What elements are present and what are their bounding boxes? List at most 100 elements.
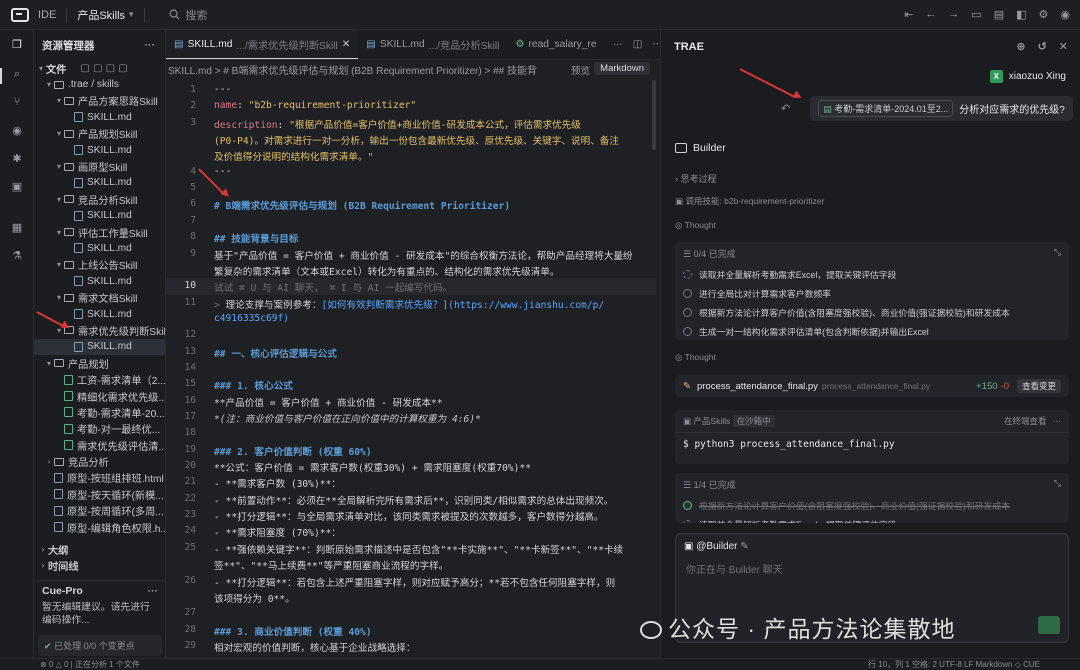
new-chat-icon[interactable]: ⊕ [1016,40,1025,53]
tree-file[interactable]: 需求优先级评估清... [34,437,165,453]
code-line[interactable]: **公式：客户价值 = 需求客户数(权重30%) + 需求阻塞度(权重70%)*… [214,460,531,474]
tab-skill-md-priority[interactable]: ▤ SKILL.md .../需求优先级判断Skill ✕ [166,30,359,59]
tab-read-salary[interactable]: ⚙ read_salary_re [507,30,604,59]
code-line[interactable]: --- [214,166,231,177]
project-name[interactable]: 产品Skills [77,7,125,23]
tree-folder[interactable]: ▾ .trae / skills [34,76,165,92]
scrollbar[interactable] [652,80,656,150]
source-control-icon[interactable]: ⑂ [10,95,24,109]
ide-label[interactable]: IDE [38,9,56,21]
code-line[interactable]: description: "根据产品价值=客户价值+商业价值-研发成本公式，评估… [214,117,581,131]
tree-folder[interactable]: ▾ 上线公告Skill [34,257,165,273]
language-mode-badge[interactable]: Markdown [594,62,650,75]
tree-file[interactable]: SKILL.md [34,208,165,224]
tree-file[interactable]: 原型-按班组排班.html [34,470,165,486]
explorer-icon[interactable]: ❐ [10,38,24,52]
back-icon[interactable]: ⇤ [904,8,913,21]
remote-icon[interactable]: ▣ [10,180,24,194]
status-left[interactable]: ⊗ 0 △ 0 | 正在分析 1 个文件 [40,659,140,670]
split-editor-icon[interactable]: ◫ [633,39,643,50]
code-line[interactable]: c4916335c69f) [214,313,289,324]
code-line[interactable]: ## 技能背景与目标 [214,231,298,245]
layout-side-icon[interactable]: ◧ [1016,8,1026,21]
collapse-icon[interactable]: ⤡ [1054,478,1061,489]
code-line[interactable]: - **需求客户数 (30%)**： [214,476,341,490]
code-line[interactable]: 该项得分为 0**。 [214,591,295,605]
preview-icon[interactable]: ◉ [10,124,24,138]
code-line[interactable]: > 理论支撑与案例参考：[如何有效判断需求优先级？](https://www.j… [214,297,604,311]
code-line[interactable]: - **前置动作**：必须在**全局解析完所有需求后**，识别同类/相似需求的总… [214,493,613,507]
account-icon[interactable]: ◉ [1060,8,1070,21]
tree-folder[interactable]: ▾ 产品规划Skill [34,126,165,142]
status-right[interactable]: 行 10，列 1 空格: 2 UTF-8 LF Markdown ◇ CUE [868,659,1040,670]
code-line[interactable]: 签**"、"**马上续费**"等严重阻塞商业流程的字样。 [214,558,448,572]
code-line[interactable]: 基于"产品价值 = 客户价值 + 商业价值 - 研发成本"的综合权衡方法论，帮助… [214,248,633,262]
tree-file[interactable]: 原型-按周循环(多周... [34,503,165,519]
tree-file[interactable]: 原型-按天循环(新模... [34,486,165,502]
view-changes-button[interactable]: 查看变更 [1016,379,1061,393]
tree-folder[interactable]: ▾ 竞品分析Skill [34,191,165,207]
code-line[interactable]: - **需求阻塞度 (70%)**： [214,525,341,539]
close-icon[interactable]: ✕ [1059,40,1068,53]
code-line[interactable]: ### 2. 客户价值判断 (权重 60%) [214,444,372,458]
code-line[interactable]: ### 1. 核心公式 [214,378,293,392]
preview-button[interactable]: 预览 [571,63,590,77]
more-icon[interactable]: ··· [148,585,159,597]
search-box[interactable]: 搜索 [169,7,208,23]
code-line[interactable]: (P0-P4)。对需求进行一对一分析，输出一份包含最新优先级、原优先级、关键字、… [214,133,619,147]
tree-file[interactable]: SKILL.md [34,142,165,158]
tree-file[interactable]: 工资-需求清单（2... [34,371,165,387]
extensions-icon[interactable]: ▦ [10,221,24,235]
debug-icon[interactable]: ✱ [10,152,24,166]
tree-file[interactable]: 考勤-对一最终优... [34,421,165,437]
tree-file[interactable]: SKILL.md [34,273,165,289]
attachment-chip[interactable]: ▤ 考勤-需求清单-2024.01至2... [818,100,954,117]
chevron-down-icon[interactable]: ▾ [129,9,134,20]
code-line[interactable]: --- [214,84,231,95]
testing-icon[interactable]: ⚗ [10,249,24,263]
code-line[interactable]: 相对宏观的价值判断，核心基于企业战略选择： [214,640,415,654]
more-icon[interactable]: ··· [613,39,623,50]
tree-file[interactable]: SKILL.md [34,109,165,125]
code-line[interactable]: # B端需求优先级评估与规划 (B2B Requirement Prioriti… [214,198,510,212]
tree-folder[interactable]: ▾ 产品规划 [34,355,165,371]
timeline-section[interactable]: › 时间线 [34,558,165,574]
files-section[interactable]: ▾ 文件 ▢▢▢▢ [34,60,165,76]
send-button[interactable] [1038,616,1060,634]
sandbox-badge[interactable]: 在沙箱中 [732,415,775,427]
layout-panel-icon[interactable]: ▭ [971,8,981,21]
settings-icon[interactable]: ⚙ [1039,8,1049,21]
code-line[interactable]: 及价值得分说明的结构化需求清单。" [214,149,373,163]
code-line[interactable]: name: "b2b-requirement-prioritizer" [214,100,416,111]
tree-file[interactable]: SKILL.md [34,338,165,356]
tree-file[interactable]: SKILL.md [34,175,165,191]
outline-section[interactable]: › 大纲 [34,541,165,557]
code-line[interactable]: ## 一、核心评估逻辑与公式 [214,346,337,360]
tree-folder[interactable]: ▾ 产品方案思路Skill [34,93,165,109]
code-line[interactable]: **产品价值 = 客户价值 + 商业价值 - 研发成本** [214,395,443,409]
history-icon[interactable]: ↺ [1038,40,1047,53]
arrow-left-icon[interactable]: ← [925,8,936,21]
code-line[interactable]: 繁复杂的需求清单（文本或Excel）转化为有重点的、结构化的需求优先级清单。 [214,264,559,278]
code-line[interactable]: ### 3. 商业价值判断 (权重 40%) [214,624,372,638]
tab-skill-md-competitor[interactable]: ▤ SKILL.md .../竞品分析Skill [358,30,507,59]
more-icon[interactable]: ··· [145,39,156,51]
tree-file[interactable]: 精细化需求优先级... [34,388,165,404]
mention-chip[interactable]: ▣ @Builder ✎ [676,534,1068,559]
code-line[interactable]: - **打分逻辑**：若包含上述严重阻塞字样，则对应赋予高分；**若不包含任何阻… [214,575,615,589]
close-icon[interactable]: ✕ [342,39,351,50]
open-in-terminal-link[interactable]: 在终端查看 [1004,415,1047,427]
code-line[interactable]: 试试 ⌘ U 与 AI 聊天， ⌘ I 与 AI 一起编写代码。 [214,280,452,294]
search-icon[interactable]: ⌕ [10,67,24,81]
tree-folder[interactable]: ▾ 评估工作量Skill [34,224,165,240]
tree-file[interactable]: 原型-编辑角色权限.h... [34,519,165,535]
code-line[interactable]: - **打分逻辑**：与全局需求清单对比，该同类需求被提及的次数越多，客户数得分… [214,509,604,523]
tree-folder[interactable]: ▾ 需求优先级判断Skill [34,322,165,338]
arrow-right-icon[interactable]: → [948,8,959,21]
chat-placeholder[interactable]: 你正在与 Builder 聊天 [676,559,1068,578]
tree-folder[interactable]: ▾ 画原型Skill [34,158,165,174]
settings-icon[interactable]: ✎ [740,541,748,552]
new-file-icon[interactable]: ▢▢▢▢ [80,63,131,74]
collapse-icon[interactable]: ⤡ [1054,247,1061,258]
tree-file[interactable]: SKILL.md [34,240,165,256]
